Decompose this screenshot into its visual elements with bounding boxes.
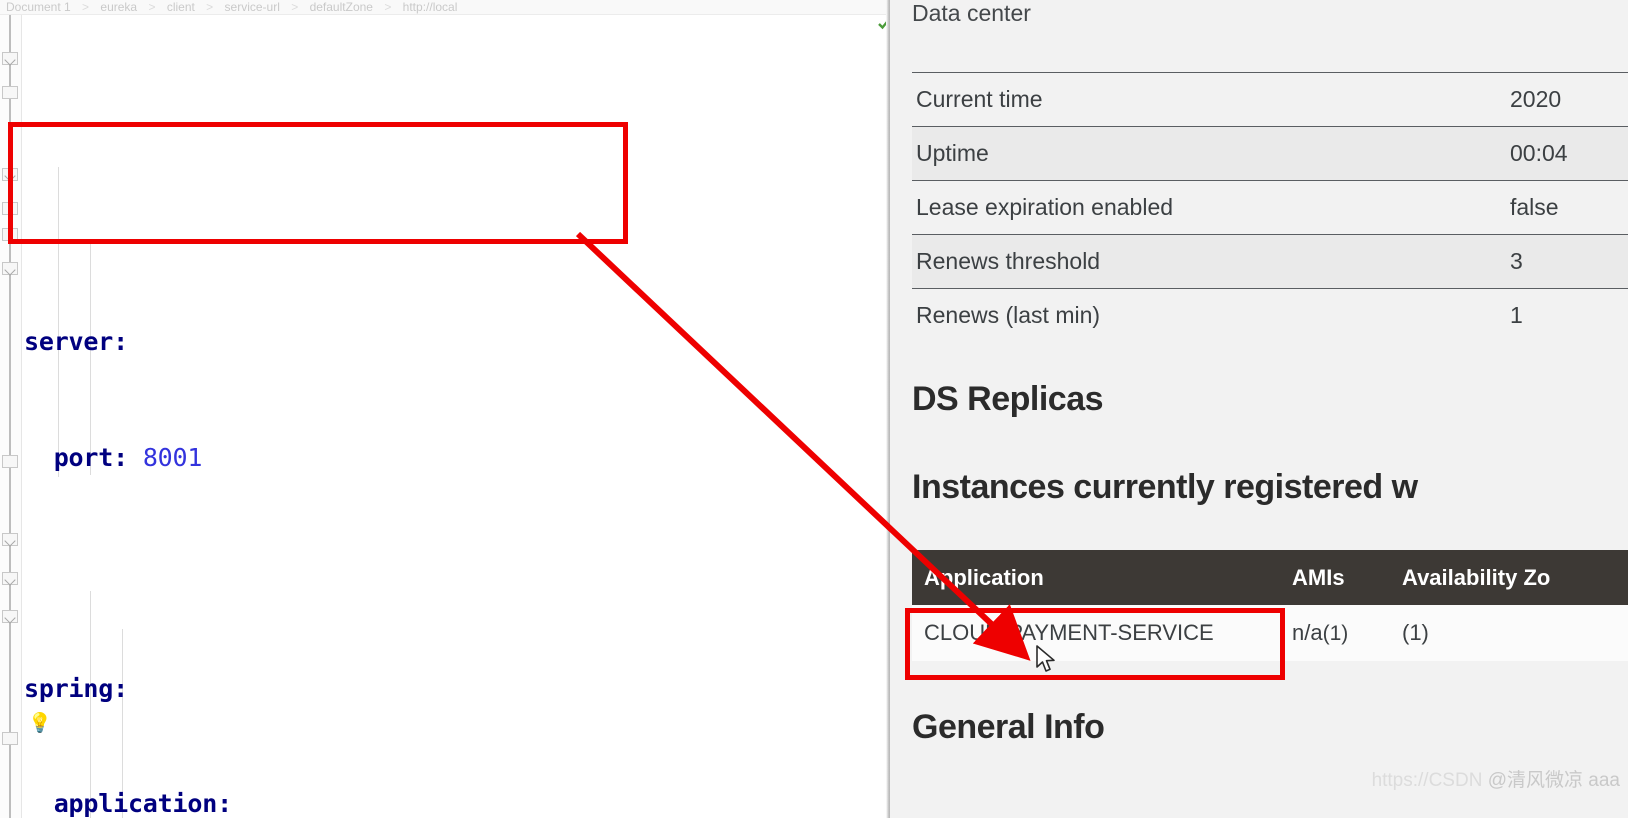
eureka-dashboard-panel: Data center Current time 2020 Uptime 00:… [890, 0, 1628, 818]
breadcrumb-separator: > [384, 0, 392, 14]
ds-replicas-heading: DS Replicas [912, 380, 1104, 418]
amis-count: (1) [1322, 622, 1349, 645]
watermark-author: @清风微凉 aaa [1487, 770, 1620, 791]
fold-marker-icon[interactable] [2, 202, 18, 215]
breadcrumb-item-4[interactable]: defaultZone [310, 0, 373, 14]
cell-application-name[interactable]: CLOUD-PAYMENT-SERVICE [912, 620, 1292, 646]
breadcrumb-separator: > [82, 0, 90, 14]
status-value: false [1510, 194, 1559, 220]
status-key: Current time [916, 86, 1043, 112]
breadcrumb-item-1[interactable]: eureka [100, 0, 137, 14]
code-editor-panel: Document 1 > eureka > client > service-u… [0, 0, 890, 818]
status-value: 3 [1510, 248, 1523, 274]
indent-guide [58, 167, 59, 477]
mouse-cursor-icon [1036, 645, 1055, 672]
table-row: Uptime 00:04 [912, 126, 1628, 180]
watermark-url: https://CSDN [1371, 770, 1483, 791]
fold-marker-icon[interactable] [2, 732, 18, 745]
breadcrumb-item-3[interactable]: service-url [225, 0, 280, 14]
fold-marker-icon[interactable] [2, 228, 18, 241]
yaml-value: 8001 [142, 442, 203, 472]
table-row: Lease expiration enabled false [912, 180, 1628, 234]
table-row[interactable]: CLOUD-PAYMENT-SERVICE n/a(1) (1) [912, 605, 1628, 661]
status-value: 2020 [1510, 86, 1562, 112]
table-header-row: Application AMIs Availability Zo [912, 550, 1628, 605]
breadcrumb-separator: > [291, 0, 299, 14]
column-header-amis: AMIs [1292, 564, 1345, 590]
fold-arrow-icon[interactable] [2, 52, 18, 65]
cell-availability-zones: (1) [1402, 620, 1429, 645]
status-key: Renews (last min) [916, 302, 1101, 328]
status-value: 1 [1510, 302, 1523, 328]
code-line[interactable]: server: [18, 323, 890, 362]
code-line[interactable]: port: 8001 [18, 439, 890, 478]
breadcrumb-item-5[interactable]: http://local [403, 0, 458, 14]
fold-marker-icon[interactable] [2, 455, 18, 468]
cell-amis: n/a(1) [1292, 620, 1402, 646]
column-header-application: Application [924, 564, 1044, 590]
status-key: Renews threshold [916, 248, 1101, 274]
code-line[interactable]: spring: [18, 670, 890, 709]
status-key: Uptime [916, 140, 989, 166]
fold-arrow-icon[interactable] [2, 533, 18, 546]
breadcrumb-item-2[interactable]: client [167, 0, 195, 14]
data-center-label: Data center [912, 0, 1031, 26]
screenshot-root: Document 1 > eureka > client > service-u… [0, 0, 1628, 818]
general-info-heading: General Info [912, 708, 1105, 746]
fold-arrow-icon[interactable] [2, 262, 18, 275]
yaml-key: server: [24, 327, 128, 356]
code-line-blank[interactable] [18, 554, 890, 593]
table-row: Renews threshold 3 [912, 234, 1628, 288]
table-row: Renews (last min) 1 [912, 288, 1628, 342]
yaml-key: spring: [24, 673, 128, 703]
amis-value: n/a [1292, 620, 1323, 645]
yaml-key: application: [53, 789, 232, 818]
breadcrumb-separator: > [148, 0, 156, 14]
column-header-availability-zones: Availability Zo [1402, 564, 1551, 590]
fold-arrow-icon[interactable] [2, 168, 18, 181]
breadcrumb-separator: > [206, 0, 214, 14]
system-status-table: Current time 2020 Uptime 00:04 Lease exp… [912, 72, 1628, 342]
table-row: Current time 2020 [912, 72, 1628, 126]
instances-registered-heading: Instances currently registered w [912, 468, 1418, 506]
registered-instances-table: Application AMIs Availability Zo CLOUD-P… [912, 550, 1628, 661]
watermark: https://CSDN @清风微凉 aaa [1372, 765, 1620, 792]
fold-arrow-icon[interactable] [2, 610, 18, 623]
status-key: Lease expiration enabled [916, 194, 1174, 220]
code-content[interactable]: server: port: 8001 spring: application: … [18, 15, 890, 818]
breadcrumb-item-0[interactable]: Document 1 [6, 0, 71, 14]
yaml-key: port: [53, 442, 128, 472]
fold-marker-icon[interactable] [2, 86, 18, 99]
fold-arrow-icon[interactable] [2, 572, 18, 585]
code-line[interactable]: application: [18, 785, 890, 818]
status-value: 00:04 [1510, 140, 1568, 166]
gutter-divider [9, 15, 11, 818]
breadcrumb[interactable]: Document 1 > eureka > client > service-u… [0, 0, 890, 15]
